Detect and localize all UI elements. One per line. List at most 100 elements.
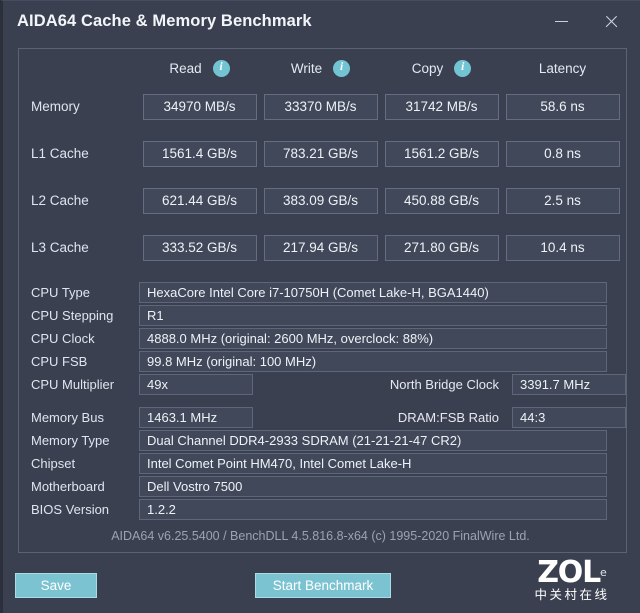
value-bios-version: 1.2.2 bbox=[139, 499, 607, 520]
row-label-l1-cache: L1 Cache bbox=[31, 146, 89, 161]
cell-l1-latency-wrap: 0.8 ns bbox=[502, 140, 623, 167]
cell-l1-write-wrap: 783.21 GB/s bbox=[260, 140, 381, 167]
column-header-read-label: Read bbox=[169, 60, 202, 76]
column-header-write-label: Write bbox=[290, 60, 323, 76]
close-icon bbox=[604, 14, 619, 29]
cell-memory-write-wrap: 33370 MB/s bbox=[260, 93, 381, 120]
content-panel: Read i Write i Copy i Latency Memory 349… bbox=[18, 48, 627, 553]
cell-l3-latency-wrap: 10.4 ns bbox=[502, 234, 623, 261]
info-row-cpu-fsb: CPU FSB 99.8 MHz (original: 100 MHz) bbox=[19, 350, 626, 373]
cell-memory-write: 33370 MB/s bbox=[263, 93, 378, 120]
memory-info-section: Memory Bus 1463.1 MHz DRAM:FSB Ratio 44:… bbox=[19, 406, 626, 521]
benchmark-row-l3-cache: L3 Cache 333.52 GB/s 217.94 GB/s 271.80 … bbox=[19, 224, 626, 271]
label-cpu-fsb: CPU FSB bbox=[31, 354, 88, 369]
cell-memory-latency-wrap: 58.6 ns bbox=[502, 93, 623, 120]
label-memory-type: Memory Type bbox=[31, 433, 110, 448]
value-cpu-multiplier: 49x bbox=[139, 374, 253, 395]
minimize-button[interactable] bbox=[538, 1, 584, 42]
column-header-copy-label: Copy bbox=[411, 60, 444, 76]
cell-l3-read: 333.52 GB/s bbox=[142, 234, 257, 261]
info-row-cpu-type: CPU Type HexaCore Intel Core i7-10750H (… bbox=[19, 281, 626, 304]
benchmark-header-row: Read i Write i Copy i Latency bbox=[19, 49, 626, 83]
label-motherboard: Motherboard bbox=[31, 479, 105, 494]
value-north-bridge-clock: 3391.7 MHz bbox=[512, 374, 626, 395]
info-icon-copy[interactable]: i bbox=[454, 59, 472, 77]
cell-l3-write-wrap: 217.94 GB/s bbox=[260, 234, 381, 261]
label-cpu-stepping: CPU Stepping bbox=[31, 308, 114, 323]
info-row-chipset: Chipset Intel Comet Point HM470, Intel C… bbox=[19, 452, 626, 475]
value-motherboard: Dell Vostro 7500 bbox=[139, 476, 607, 497]
cell-l1-copy-wrap: 1561.2 GB/s bbox=[381, 140, 502, 167]
value-chipset: Intel Comet Point HM470, Intel Comet Lak… bbox=[139, 453, 607, 474]
value-cpu-stepping: R1 bbox=[139, 305, 607, 326]
cell-l1-read: 1561.4 GB/s bbox=[142, 140, 257, 167]
info-row-cpu-stepping: CPU Stepping R1 bbox=[19, 304, 626, 327]
cell-l2-copy-wrap: 450.88 GB/s bbox=[381, 187, 502, 214]
benchmark-table: Read i Write i Copy i Latency Memory 349… bbox=[19, 49, 626, 271]
zol-superscript: e bbox=[600, 566, 607, 579]
cell-l3-copy: 271.80 GB/s bbox=[384, 234, 499, 261]
cell-l2-write-wrap: 383.09 GB/s bbox=[260, 187, 381, 214]
info-row-cpu-multiplier: CPU Multiplier 49x North Bridge Clock 33… bbox=[19, 373, 626, 396]
column-header-latency-label: Latency bbox=[538, 60, 587, 76]
minimize-icon bbox=[554, 21, 568, 22]
start-benchmark-button[interactable]: Start Benchmark bbox=[255, 573, 391, 598]
info-row-memory-type: Memory Type Dual Channel DDR4-2933 SDRAM… bbox=[19, 429, 626, 452]
value-memory-type: Dual Channel DDR4-2933 SDRAM (21-21-21-4… bbox=[139, 430, 607, 451]
aida64-window: AIDA64 Cache & Memory Benchmark Read i W… bbox=[0, 0, 640, 613]
cell-l2-write: 383.09 GB/s bbox=[263, 187, 378, 214]
info-row-bios-version: BIOS Version 1.2.2 bbox=[19, 498, 626, 521]
window-title: AIDA64 Cache & Memory Benchmark bbox=[17, 12, 312, 30]
info-icon-read[interactable]: i bbox=[212, 59, 230, 77]
cpu-info-section: CPU Type HexaCore Intel Core i7-10750H (… bbox=[19, 281, 626, 396]
zol-brand: ZOLe bbox=[514, 558, 630, 588]
cell-l2-copy: 450.88 GB/s bbox=[384, 187, 499, 214]
column-header-write: Write i bbox=[260, 59, 381, 77]
cell-l3-write: 217.94 GB/s bbox=[263, 234, 378, 261]
cell-memory-read-wrap: 34970 MB/s bbox=[139, 93, 260, 120]
close-button[interactable] bbox=[588, 1, 634, 42]
cell-l1-write: 783.21 GB/s bbox=[263, 140, 378, 167]
save-button[interactable]: Save bbox=[15, 573, 97, 598]
column-header-latency: Latency bbox=[502, 61, 623, 76]
label-memory-bus: Memory Bus bbox=[31, 410, 104, 425]
value-cpu-fsb: 99.8 MHz (original: 100 MHz) bbox=[139, 351, 607, 372]
label-cpu-clock: CPU Clock bbox=[31, 331, 95, 346]
row-label-memory: Memory bbox=[31, 99, 80, 114]
cell-memory-latency: 58.6 ns bbox=[505, 93, 620, 120]
cell-memory-read: 34970 MB/s bbox=[142, 93, 257, 120]
cell-l2-latency: 2.5 ns bbox=[505, 187, 620, 214]
zol-watermark: ZOLe 中关村在线 bbox=[506, 558, 630, 603]
cell-l1-read-wrap: 1561.4 GB/s bbox=[139, 140, 260, 167]
info-row-cpu-clock: CPU Clock 4888.0 MHz (original: 2600 MHz… bbox=[19, 327, 626, 350]
column-header-copy: Copy i bbox=[381, 59, 502, 77]
benchmark-row-l2-cache: L2 Cache 621.44 GB/s 383.09 GB/s 450.88 … bbox=[19, 177, 626, 224]
row-label-l2-cache: L2 Cache bbox=[31, 193, 89, 208]
label-cpu-type: CPU Type bbox=[31, 285, 91, 300]
cell-l1-copy: 1561.2 GB/s bbox=[384, 140, 499, 167]
value-memory-bus: 1463.1 MHz bbox=[139, 407, 253, 428]
info-row-memory-bus: Memory Bus 1463.1 MHz DRAM:FSB Ratio 44:… bbox=[19, 406, 626, 429]
label-dram-fsb-ratio: DRAM:FSB Ratio bbox=[397, 410, 499, 425]
title-bar: AIDA64 Cache & Memory Benchmark bbox=[3, 1, 640, 42]
info-icon-write[interactable]: i bbox=[333, 59, 351, 77]
cell-l3-latency: 10.4 ns bbox=[505, 234, 620, 261]
label-chipset: Chipset bbox=[31, 456, 76, 471]
cell-memory-copy-wrap: 31742 MB/s bbox=[381, 93, 502, 120]
value-cpu-clock: 4888.0 MHz (original: 2600 MHz, overcloc… bbox=[139, 328, 607, 349]
label-cpu-multiplier: CPU Multiplier bbox=[31, 377, 115, 392]
info-row-motherboard: Motherboard Dell Vostro 7500 bbox=[19, 475, 626, 498]
benchmark-row-l1-cache: L1 Cache 1561.4 GB/s 783.21 GB/s 1561.2 … bbox=[19, 130, 626, 177]
row-label-l3-cache: L3 Cache bbox=[31, 240, 89, 255]
cell-l3-copy-wrap: 271.80 GB/s bbox=[381, 234, 502, 261]
cell-l2-read: 621.44 GB/s bbox=[142, 187, 257, 214]
zol-brand-text: ZOL bbox=[537, 555, 601, 590]
benchmark-row-memory: Memory 34970 MB/s 33370 MB/s 31742 MB/s … bbox=[19, 83, 626, 130]
cell-l2-read-wrap: 621.44 GB/s bbox=[139, 187, 260, 214]
version-credit: AIDA64 v6.25.5400 / BenchDLL 4.5.816.8-x… bbox=[111, 529, 530, 543]
label-north-bridge-clock: North Bridge Clock bbox=[389, 377, 499, 392]
column-header-read: Read i bbox=[139, 59, 260, 77]
value-dram-fsb-ratio: 44:3 bbox=[512, 407, 626, 428]
cell-memory-copy: 31742 MB/s bbox=[384, 93, 499, 120]
cell-l1-latency: 0.8 ns bbox=[505, 140, 620, 167]
